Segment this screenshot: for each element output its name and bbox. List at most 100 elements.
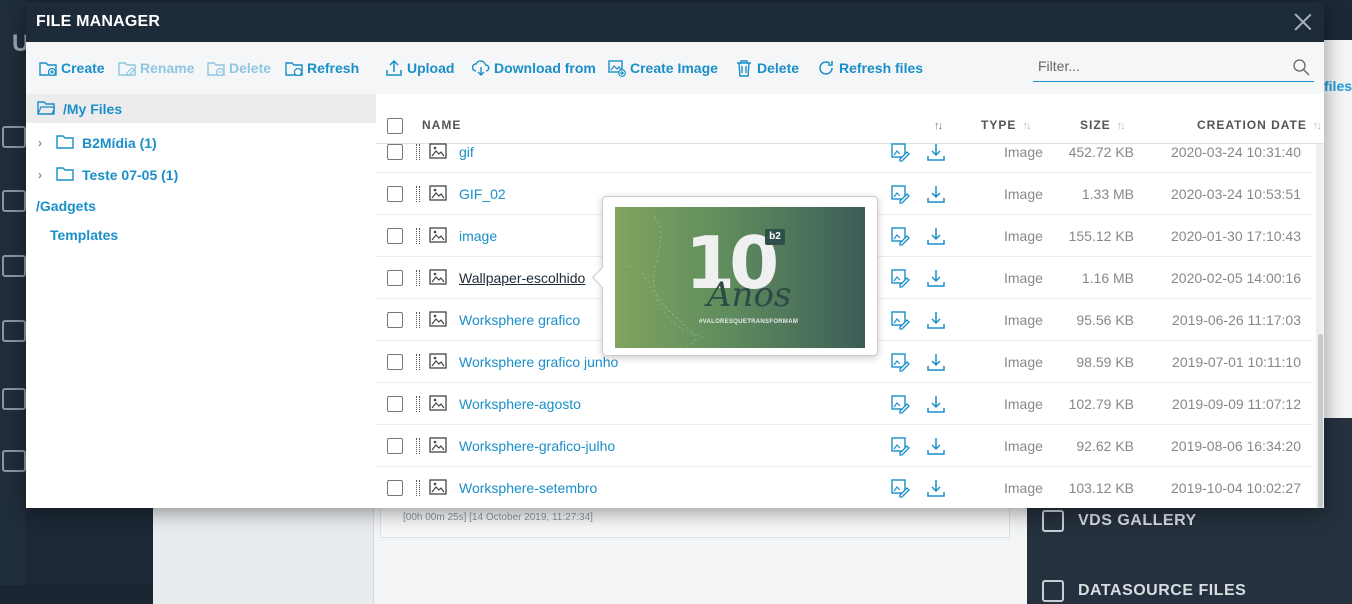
chevron-right-icon[interactable]: › xyxy=(38,168,48,182)
download-icon[interactable] xyxy=(926,478,946,498)
file-size: 95.56 KB xyxy=(1076,312,1134,328)
download-icon[interactable] xyxy=(926,436,946,456)
row-checkbox[interactable] xyxy=(387,228,403,244)
delete-folder-button[interactable]: Delete xyxy=(207,59,271,77)
background-right-panel: files xyxy=(1324,40,1352,418)
rss-icon[interactable] xyxy=(2,388,26,410)
scrollbar-thumb[interactable] xyxy=(1318,334,1323,508)
drag-handle-icon[interactable] xyxy=(416,270,420,286)
refresh-folders-button[interactable]: Refresh xyxy=(285,59,359,77)
file-name-link[interactable]: Wallpaper-escolhido xyxy=(459,270,585,286)
trash-icon xyxy=(735,59,753,77)
download-from-button[interactable]: Download from xyxy=(471,59,596,77)
drag-handle-icon[interactable] xyxy=(416,480,420,496)
preview-word: Anos xyxy=(707,275,792,315)
tree-item-templates[interactable]: Templates xyxy=(50,227,118,243)
drag-handle-icon[interactable] xyxy=(416,228,420,244)
table-row[interactable]: Worksphere-agosto Image 102.79 KB 2019-09-0… xyxy=(376,383,1312,425)
table-row[interactable]: Worksphere-setembro Image 103.12 KB 2019-10… xyxy=(376,467,1312,508)
file-type: Image xyxy=(1004,144,1043,160)
delete-files-button[interactable]: Delete xyxy=(735,59,799,77)
file-name-link[interactable]: Worksphere grafico xyxy=(459,312,580,328)
row-checkbox[interactable] xyxy=(387,438,403,454)
column-size[interactable]: SIZE ↑↓ xyxy=(1080,118,1126,132)
file-name-link[interactable]: Worksphere grafico junho xyxy=(459,354,618,370)
upload-icon xyxy=(385,59,403,77)
row-checkbox[interactable] xyxy=(387,354,403,370)
file-name-link[interactable]: GIF_02 xyxy=(459,186,506,202)
download-icon[interactable] xyxy=(926,394,946,414)
cloud-download-icon xyxy=(471,59,490,77)
file-name-link[interactable]: Worksphere-grafico-julho xyxy=(459,438,615,454)
edit-image-icon[interactable] xyxy=(890,352,910,372)
edit-image-icon[interactable] xyxy=(890,310,910,330)
file-name-link[interactable]: image xyxy=(459,228,497,244)
tree-item-teste[interactable]: › Teste 07-05 (1) xyxy=(38,166,178,184)
vds-gallery-item[interactable]: VDS GALLERY xyxy=(1042,510,1197,532)
edit-image-icon[interactable] xyxy=(890,394,910,414)
file-type: Image xyxy=(1004,354,1043,370)
edit-image-icon[interactable] xyxy=(890,226,910,246)
filter-input[interactable] xyxy=(1033,54,1273,78)
download-icon[interactable] xyxy=(926,352,946,372)
download-icon[interactable] xyxy=(926,226,946,246)
drag-handle-icon[interactable] xyxy=(416,396,420,412)
edit-image-icon[interactable] xyxy=(890,142,910,162)
row-checkbox[interactable] xyxy=(387,480,403,496)
row-checkbox[interactable] xyxy=(387,312,403,328)
upload-button[interactable]: Upload xyxy=(385,59,454,77)
video-icon[interactable] xyxy=(2,126,26,148)
column-name[interactable]: NAME xyxy=(422,118,461,132)
edit-image-icon[interactable] xyxy=(890,436,910,456)
table-row[interactable]: gif Image 452.72 KB 2020-03-24 10:31:40 xyxy=(376,131,1312,173)
refresh-icon xyxy=(817,59,835,77)
chart-icon[interactable] xyxy=(2,450,26,472)
download-icon[interactable] xyxy=(926,268,946,288)
drag-handle-icon[interactable] xyxy=(416,186,420,202)
file-name-link[interactable]: Worksphere-agosto xyxy=(459,396,581,412)
file-type: Image xyxy=(1004,312,1043,328)
file-date: 2019-07-01 10:11:10 xyxy=(1172,354,1301,370)
tree-item-b2midia[interactable]: › B2Mídia (1) xyxy=(38,134,157,152)
music-icon[interactable] xyxy=(2,255,26,277)
row-checkbox[interactable] xyxy=(387,144,403,160)
tree-item-gadgets[interactable]: /Gadgets xyxy=(36,198,96,214)
chevron-right-icon[interactable]: › xyxy=(38,136,48,150)
file-size: 155.12 KB xyxy=(1068,228,1134,244)
row-checkbox[interactable] xyxy=(387,396,403,412)
image-file-icon xyxy=(429,311,447,327)
download-icon[interactable] xyxy=(926,310,946,330)
refresh-files-button[interactable]: Refresh files xyxy=(817,59,923,77)
file-name-link[interactable]: Worksphere-setembro xyxy=(459,480,597,496)
column-type[interactable]: TYPE ↑↓ xyxy=(981,118,1031,132)
edit-image-icon[interactable] xyxy=(890,184,910,204)
download-icon[interactable] xyxy=(926,184,946,204)
table-row[interactable]: Worksphere-grafico-julho Image 92.62 KB 201… xyxy=(376,425,1312,467)
edit-image-icon[interactable] xyxy=(890,478,910,498)
sort-name-icon[interactable]: ↑↓ xyxy=(928,118,943,132)
folder-edit-icon xyxy=(118,59,136,77)
film-icon[interactable] xyxy=(2,190,26,212)
tree-root-my-files[interactable]: /My Files xyxy=(26,94,376,123)
row-checkbox[interactable] xyxy=(387,270,403,286)
search-icon[interactable] xyxy=(1292,58,1310,76)
create-image-button[interactable]: Create Image xyxy=(608,59,718,77)
drag-handle-icon[interactable] xyxy=(416,144,420,160)
drag-handle-icon[interactable] xyxy=(416,312,420,328)
close-icon[interactable] xyxy=(1292,11,1314,33)
drag-handle-icon[interactable] xyxy=(416,438,420,454)
file-name-link[interactable]: gif xyxy=(459,144,474,160)
edit-image-icon[interactable] xyxy=(890,268,910,288)
column-creation-date[interactable]: CREATION DATE ↑↓ xyxy=(1197,118,1322,132)
sort-icon: ↑↓ xyxy=(1312,120,1322,132)
drag-handle-icon[interactable] xyxy=(416,354,420,370)
monitor-icon[interactable] xyxy=(2,320,26,342)
row-checkbox[interactable] xyxy=(387,186,403,202)
download-icon[interactable] xyxy=(926,142,946,162)
rename-folder-button[interactable]: Rename xyxy=(118,59,194,77)
create-folder-button[interactable]: Create xyxy=(39,59,105,77)
files-link[interactable]: files xyxy=(1324,78,1352,94)
file-type: Image xyxy=(1004,270,1043,286)
grid-scrollbar[interactable] xyxy=(1316,144,1324,508)
datasource-files-item[interactable]: DATASOURCE FILES xyxy=(1042,580,1246,602)
